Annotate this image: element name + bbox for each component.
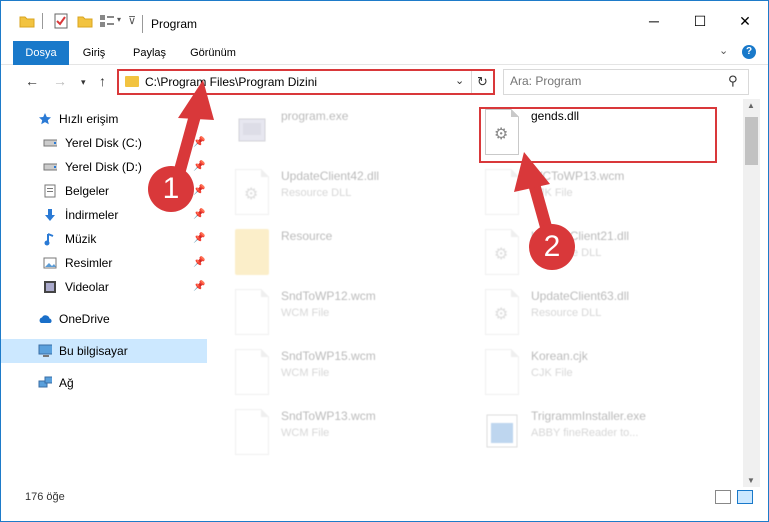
pin-icon[interactable]: 📌 [193, 203, 205, 227]
recent-locations-button[interactable]: ▾ [81, 77, 86, 88]
explorer-window: ▾ ⊽ Program ─ ☐ ✕ Dosya Giriş Paylaş Gör… [0, 0, 769, 522]
title-bar: ▾ ⊽ Program ─ ☐ ✕ [1, 1, 768, 41]
scrollbar-thumb[interactable] [745, 117, 758, 165]
dll-file-icon: ⚙ [235, 169, 269, 215]
file-item[interactable]: SndToWP13.wcm WCM File [207, 405, 447, 461]
details-view-icon[interactable] [715, 490, 731, 504]
file-list: program.exe ⚙ gends.dll ⚙ UpdateClient42… [207, 99, 743, 459]
new-folder-icon[interactable] [77, 14, 93, 28]
properties-icon[interactable] [53, 13, 69, 29]
computer-icon [38, 344, 52, 357]
pin-icon[interactable]: 📌 [193, 179, 205, 203]
minimize-button[interactable]: ─ [631, 1, 677, 41]
ribbon-tabs: Dosya Giriş Paylaş Görünüm ⌄ ? [1, 41, 768, 65]
sidebar-item-quick-access[interactable]: Hızlı erişim [1, 107, 207, 131]
refresh-button[interactable]: ↻ [471, 71, 493, 93]
file-icon [235, 349, 269, 395]
step-badge-1: 1 [148, 166, 194, 212]
pin-icon[interactable]: 📌 [193, 155, 205, 179]
sidebar-item-network[interactable]: Ağ [1, 371, 207, 395]
gear-icon: ⚙ [494, 306, 509, 323]
exe-file-icon [238, 118, 266, 142]
address-dropdown-icon[interactable]: ⌄ [455, 74, 464, 87]
sidebar-item-videos[interactable]: Videolar 📌 [1, 275, 207, 299]
file-item[interactable]: SndToWP12.wcm WCM File [207, 285, 447, 341]
sidebar-item-music[interactable]: Müzik 📌 [1, 227, 207, 251]
pin-icon[interactable]: 📌 [193, 275, 205, 299]
item-count: 176 öğe [25, 491, 65, 503]
documents-icon [44, 184, 56, 198]
customize-toolbar-icon[interactable]: ▾ [117, 15, 121, 24]
separator [142, 15, 143, 33]
pin-icon[interactable]: 📌 [193, 251, 205, 275]
help-icon[interactable]: ? [742, 45, 756, 59]
file-item[interactable]: TrigrammInstaller.exe ABBY fineReader to… [457, 405, 697, 461]
address-bar[interactable]: C:\Program Files\Program Dizini ⌄ ↻ [117, 69, 495, 95]
up-button[interactable]: ↑ [99, 73, 106, 89]
sidebar-item-disk-c[interactable]: Yerel Disk (C:) 📌 [1, 131, 207, 155]
file-item[interactable]: ⚙ UpdateClient42.dll Resource DLL [207, 165, 447, 221]
gear-icon: ⚙ [494, 246, 509, 263]
drive-icon [43, 139, 57, 147]
file-item[interactable]: program.exe [207, 105, 447, 161]
expand-ribbon-icon[interactable]: ⌄ [719, 44, 728, 57]
folder-icon [19, 16, 35, 28]
vertical-scrollbar[interactable]: ▲ ▼ [743, 99, 760, 487]
window-title: Program [151, 17, 198, 31]
sidebar-item-this-pc[interactable]: Bu bilgisayar [1, 339, 207, 363]
navigation-bar: ← → ▾ ↑ C:\Program Files\Program Dizini … [1, 65, 768, 99]
installer-icon [486, 414, 518, 448]
folder-item[interactable]: Resource [207, 225, 447, 281]
highlight-box [479, 107, 717, 163]
tab-home[interactable]: Giriş [81, 41, 107, 65]
folder-icon [235, 229, 269, 275]
file-icon [485, 169, 519, 215]
tab-share[interactable]: Paylaş [133, 41, 166, 65]
view-options-icon[interactable] [99, 14, 115, 28]
file-icon [235, 409, 269, 455]
scroll-down-icon[interactable]: ▼ [747, 476, 755, 485]
step-badge-2: 2 [529, 224, 575, 270]
search-box[interactable]: ⚲ [503, 69, 749, 95]
file-item[interactable]: SndToWP15.wcm WCM File [207, 345, 447, 401]
folder-icon [125, 76, 139, 87]
pictures-icon [43, 257, 57, 269]
pin-toolbar-icon[interactable]: ⊽ [128, 14, 136, 27]
drive-icon [43, 163, 57, 171]
file-item[interactable]: Korean.cjk CJK File [457, 345, 697, 401]
search-input[interactable] [510, 74, 710, 88]
close-button[interactable]: ✕ [722, 1, 768, 41]
videos-icon [44, 281, 56, 293]
maximize-button[interactable]: ☐ [677, 1, 723, 41]
pin-icon[interactable]: 📌 [193, 227, 205, 251]
downloads-icon [45, 209, 55, 221]
back-button[interactable]: ← [25, 73, 39, 89]
gear-icon: ⚙ [244, 186, 259, 203]
file-item[interactable]: ⚙ UpdateClient63.dll Resource DLL [457, 285, 697, 341]
large-icons-view-icon[interactable] [737, 490, 753, 504]
music-icon [44, 233, 54, 246]
sidebar-item-pictures[interactable]: Resimler 📌 [1, 251, 207, 275]
file-item[interactable]: WCToWP13.wcm CJK File [457, 165, 697, 221]
file-icon [485, 349, 519, 395]
tab-file[interactable]: Dosya [13, 41, 69, 65]
cloud-icon [39, 315, 52, 323]
address-path[interactable]: C:\Program Files\Program Dizini [145, 75, 317, 89]
sidebar-item-onedrive[interactable]: OneDrive [1, 307, 207, 331]
dll-file-icon: ⚙ [485, 289, 519, 335]
file-icon [235, 289, 269, 335]
dll-file-icon: ⚙ [485, 229, 519, 275]
file-item[interactable]: ⚙ UpdateClient21.dll Resource DLL [457, 225, 697, 281]
star-icon [39, 113, 51, 125]
forward-button[interactable]: → [53, 73, 67, 89]
pin-icon[interactable]: 📌 [193, 131, 205, 155]
tab-view[interactable]: Görünüm [190, 41, 236, 65]
status-bar: 176 öğe [1, 487, 768, 509]
scroll-up-icon[interactable]: ▲ [747, 101, 755, 110]
search-icon[interactable]: ⚲ [728, 73, 738, 89]
navigation-pane: Hızlı erişim Yerel Disk (C:) 📌 Yerel Dis… [1, 99, 207, 459]
network-icon [38, 376, 52, 388]
separator [42, 13, 43, 29]
